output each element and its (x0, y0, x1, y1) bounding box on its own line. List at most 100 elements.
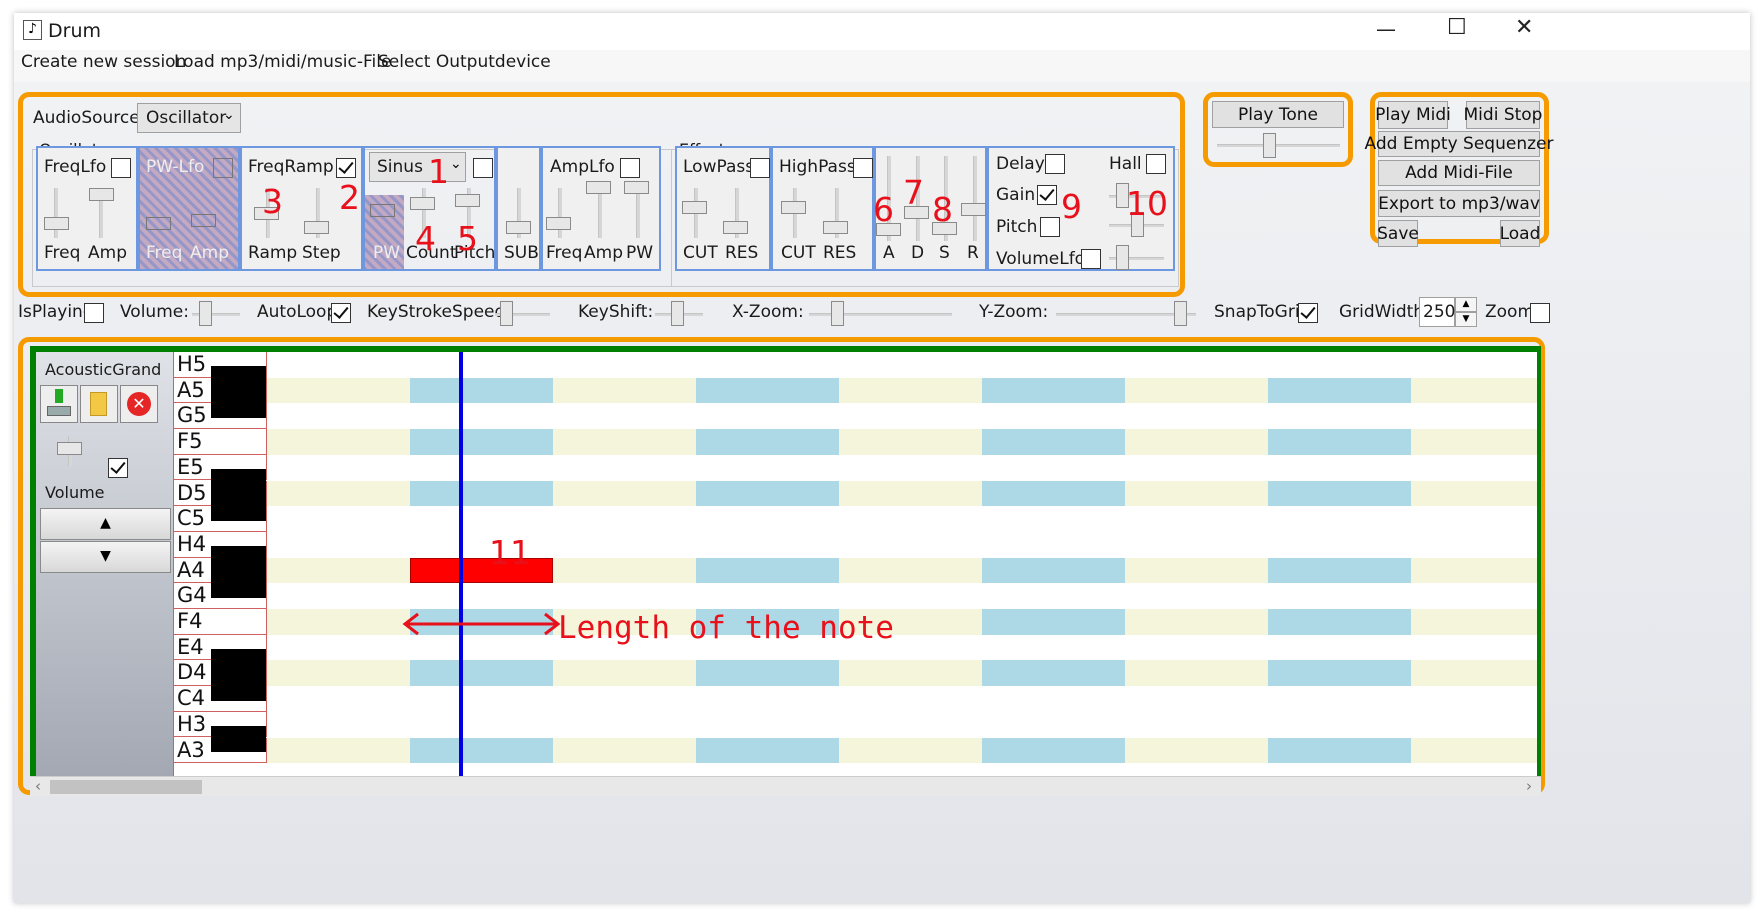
grid-lane[interactable] (267, 506, 1537, 532)
export-mp3-button[interactable]: Export to mp3/wav (1378, 190, 1540, 217)
save-button[interactable]: Save (1377, 220, 1419, 247)
grid-lane[interactable] (267, 352, 1537, 378)
close-icon[interactable]: ✕ (1515, 15, 1533, 40)
volumelfo-slider[interactable] (1116, 245, 1129, 270)
scroll-left-icon[interactable]: ‹ (35, 777, 41, 795)
freqlfo-amp-slider[interactable] (89, 188, 114, 201)
lowpass-checkbox[interactable] (750, 158, 770, 178)
piano-key-f4[interactable]: F4 (174, 609, 267, 635)
midi-stop-button[interactable]: Midi Stop (1464, 101, 1542, 129)
pitch-slider[interactable] (455, 194, 480, 207)
menu-select-output[interactable]: Select Outputdevice (378, 52, 551, 72)
zoom-checkbox[interactable] (1530, 303, 1550, 323)
playhead[interactable] (459, 352, 463, 776)
highpass-res-slider[interactable] (823, 221, 848, 234)
keystrokespeed-slider[interactable] (500, 301, 513, 326)
instrument-volume-slider[interactable] (57, 442, 82, 455)
freqlfo-checkbox[interactable] (111, 158, 131, 178)
folder-icon[interactable] (80, 385, 118, 423)
gridwidth-down-icon[interactable]: ▼ (1455, 312, 1477, 327)
amplfo-pw-slider[interactable] (624, 181, 649, 194)
snaptogrid-checkbox[interactable] (1298, 303, 1318, 323)
piano-black-key[interactable] (211, 545, 266, 573)
horizontal-scrollbar[interactable]: ‹ › (30, 776, 1541, 796)
hall-checkbox[interactable] (1146, 154, 1166, 174)
grid-lane[interactable] (267, 583, 1537, 609)
lowpass-res-slider[interactable] (723, 221, 748, 234)
import-icon[interactable] (40, 385, 78, 423)
freqramp-step-slider[interactable] (304, 221, 329, 234)
grid-lane[interactable] (267, 429, 1537, 455)
add-midi-file-button[interactable]: Add Midi-File (1378, 160, 1540, 186)
minimize-icon[interactable]: — (1376, 17, 1396, 41)
gain-checkbox[interactable] (1037, 185, 1057, 205)
yzoom-slider[interactable] (1174, 301, 1187, 326)
piano-key-f5[interactable]: F5 (174, 429, 267, 455)
gridwidth-input[interactable]: 250 (1419, 297, 1455, 327)
scrollbar-thumb[interactable] (50, 780, 202, 794)
scroll-down-icon[interactable]: ▼ (40, 541, 171, 573)
scroll-up-icon[interactable]: ▲ (40, 508, 171, 540)
grid-lane[interactable] (267, 531, 1537, 558)
menu-create-session[interactable]: Create new session (21, 52, 186, 72)
piano-black-key[interactable] (211, 725, 266, 753)
amplfo-amp-slider[interactable] (586, 181, 611, 194)
delete-icon[interactable]: ✕ (120, 385, 158, 423)
waveform-dropdown[interactable]: Sinus ⌄ (369, 152, 466, 182)
sub-slider[interactable] (506, 221, 531, 234)
load-button[interactable]: Load (1500, 220, 1540, 247)
note-grid[interactable] (267, 352, 1537, 776)
audiosource-dropdown[interactable]: Oscillator ⌄ (137, 103, 241, 133)
pwlfo-checkbox[interactable] (213, 158, 233, 178)
piano-black-key[interactable] (211, 571, 266, 599)
piano-black-key[interactable] (211, 468, 266, 496)
instrument-enabled-checkbox[interactable] (108, 458, 128, 478)
keyshift-slider[interactable] (671, 301, 684, 326)
maximize-icon[interactable]: ☐ (1447, 15, 1467, 40)
piano-black-key[interactable] (211, 648, 266, 676)
grid-lane[interactable] (267, 737, 1537, 764)
piano-black-key[interactable] (211, 365, 266, 393)
volume-slider[interactable] (199, 301, 212, 326)
delay-checkbox[interactable] (1045, 154, 1065, 174)
midi-note[interactable] (410, 557, 553, 584)
grid-lane[interactable] (267, 377, 1537, 404)
pitch-fx-checkbox[interactable] (1040, 217, 1060, 237)
volumelfo-checkbox[interactable] (1081, 249, 1101, 269)
menu-load-file[interactable]: Load mp3/midi/music-File (174, 52, 391, 72)
grid-lane[interactable] (267, 634, 1537, 661)
xzoom-slider[interactable] (831, 301, 844, 326)
pwlfo-freq-slider[interactable] (146, 217, 171, 230)
play-midi-button[interactable]: Play Midi (1375, 101, 1451, 129)
piano-black-key[interactable] (211, 494, 266, 522)
grid-lane[interactable] (267, 454, 1537, 481)
release-slider[interactable] (961, 203, 986, 216)
autoloop-checkbox[interactable] (331, 303, 351, 323)
play-tone-slider[interactable] (1263, 133, 1276, 158)
piano-black-key[interactable] (211, 391, 266, 419)
amplfo-freq-slider[interactable] (546, 217, 571, 230)
amplfo-checkbox[interactable] (620, 158, 640, 178)
grid-lane[interactable] (267, 480, 1537, 507)
grid-lane[interactable] (267, 660, 1537, 687)
play-tone-button[interactable]: Play Tone (1212, 101, 1344, 128)
menu-bar: Create new session Load mp3/midi/music-F… (14, 50, 1750, 82)
highpass-checkbox[interactable] (853, 158, 873, 178)
freqlfo-freq-slider[interactable] (44, 217, 69, 230)
freqramp-checkbox[interactable] (336, 158, 356, 178)
lowpass-cut-slider[interactable] (682, 201, 707, 214)
add-empty-sequenzer-button[interactable]: Add Empty Sequenzer (1365, 131, 1553, 157)
pw-slider[interactable] (370, 204, 395, 217)
grid-lane[interactable] (267, 711, 1537, 738)
grid-lane[interactable] (267, 763, 1537, 776)
scroll-right-icon[interactable]: › (1526, 777, 1532, 795)
gridwidth-up-icon[interactable]: ▲ (1455, 297, 1477, 312)
count-slider[interactable] (410, 197, 435, 210)
pwlfo-amp-slider[interactable] (191, 214, 216, 227)
grid-lane[interactable] (267, 403, 1537, 430)
piano-black-key[interactable] (211, 674, 266, 701)
wave-checkbox[interactable] (473, 158, 493, 178)
highpass-cut-slider[interactable] (781, 201, 806, 214)
isplaying-checkbox[interactable] (84, 303, 104, 323)
grid-lane[interactable] (267, 686, 1537, 712)
